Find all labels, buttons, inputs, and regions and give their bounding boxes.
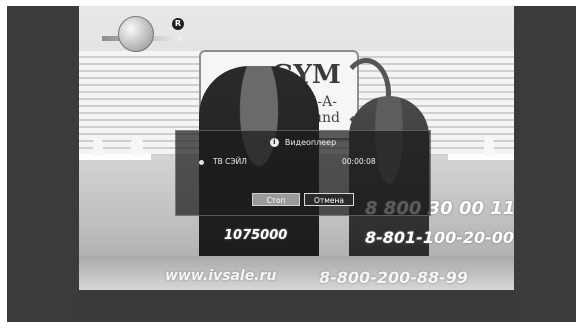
- letterbox-left: [7, 6, 79, 322]
- dialog-header: i Видеоплеер: [176, 134, 430, 150]
- phone-number-2: 8-801-100-20-00: [365, 228, 514, 247]
- channel-logo: R: [102, 16, 192, 56]
- stop-button[interactable]: Стоп: [252, 193, 300, 206]
- vase-decor: [484, 136, 494, 156]
- playlist-item-label: ТВ СЭЙЛ: [213, 157, 247, 166]
- letterbox-right: [514, 6, 576, 322]
- dialog-title: Видеоплеер: [284, 137, 337, 147]
- vase-decor: [93, 138, 103, 156]
- globe-logo-icon: [118, 16, 154, 52]
- vase-decor: [131, 136, 143, 156]
- info-icon: i: [269, 137, 279, 147]
- cancel-button[interactable]: Отмена: [304, 193, 354, 206]
- bottom-band: [79, 290, 514, 322]
- video-screen: GYM BS-A-Round 8 800 30 00 11 1075000 8-…: [7, 6, 576, 322]
- shelf-right: [448, 154, 514, 160]
- playlist-item-time: 00:00:08: [342, 157, 376, 166]
- logo-badge-icon: R: [172, 18, 184, 30]
- price-text: 1075000: [224, 228, 288, 243]
- tv-frame: GYM BS-A-Round 8 800 30 00 11 1075000 8-…: [0, 0, 583, 328]
- phone-ticker: 8-800-200-88-99: [319, 268, 469, 287]
- website-ticker: www.ivsale.ru: [165, 268, 277, 284]
- video-player-dialog: i Видеоплеер ТВ СЭЙЛ 00:00:08 Стоп Отмен…: [175, 130, 431, 216]
- playlist-item[interactable]: ТВ СЭЙЛ 00:00:08: [176, 156, 430, 170]
- bullet-icon: [199, 160, 204, 165]
